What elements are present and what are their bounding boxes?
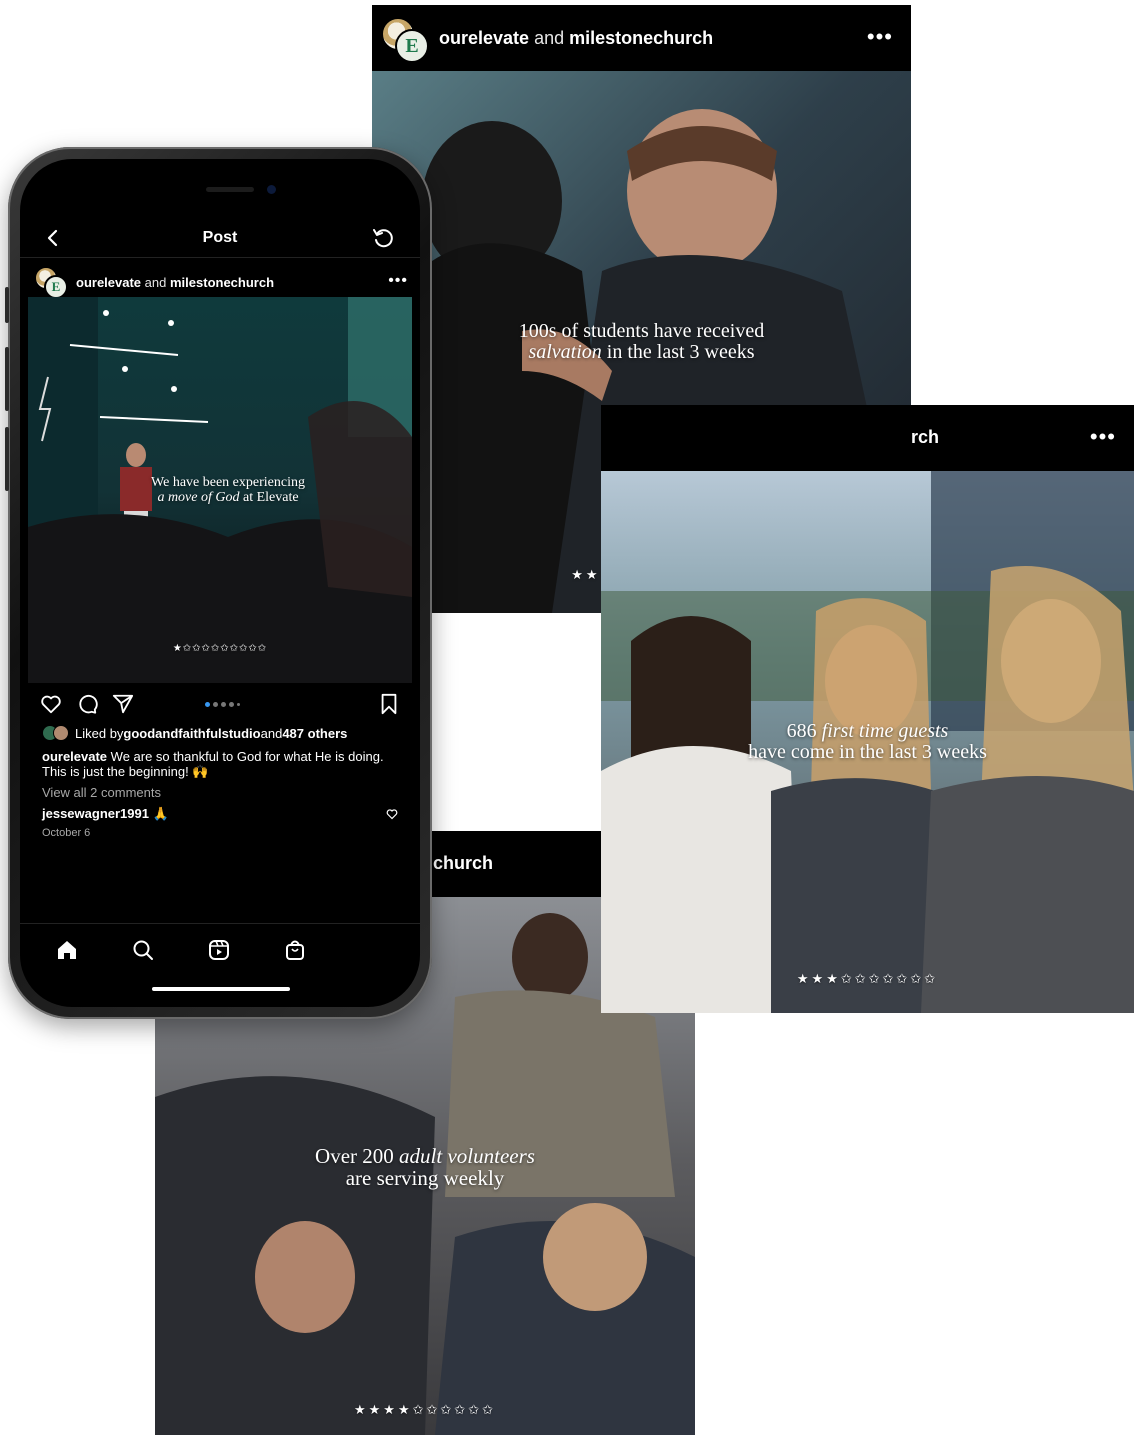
post-nav-bar: Post xyxy=(20,217,420,258)
post-actions xyxy=(20,689,420,719)
heart-icon[interactable] xyxy=(386,808,398,820)
post-photo-guests: 686 first time guests have come in the l… xyxy=(601,471,1134,1013)
post-card-header: rch ••• xyxy=(601,405,1134,471)
search-icon[interactable] xyxy=(131,938,155,962)
view-all-comments-link[interactable]: View all 2 comments xyxy=(42,785,161,800)
slide-caption: 100s of students have received salvation… xyxy=(518,320,765,363)
post-card-guests: rch ••• 686 first time guests have come … xyxy=(601,405,1134,1013)
reels-icon[interactable] xyxy=(207,938,231,962)
slide-caption: We have been experiencing a move of God … xyxy=(151,475,305,505)
bookmark-icon[interactable] xyxy=(378,693,400,715)
collab-avatars[interactable]: E xyxy=(381,15,429,63)
post-card-header: E ourelevate and milestonechurch ••• xyxy=(372,5,911,71)
home-icon[interactable] xyxy=(55,938,79,962)
heart-icon[interactable] xyxy=(40,693,62,715)
phone-side-button xyxy=(5,287,9,323)
refresh-icon[interactable] xyxy=(372,227,394,249)
paper-plane-icon[interactable] xyxy=(112,693,134,715)
post-date: October 6 xyxy=(42,827,91,839)
collab-avatars[interactable]: E xyxy=(34,265,68,299)
post-author[interactable]: ourelevate and milestonechurch xyxy=(76,275,274,290)
post-photo-stage[interactable]: We have been experiencing a move of God … xyxy=(28,297,412,683)
phone-screen: Post E ourelevate and milestonechurch ••… xyxy=(20,159,420,1007)
slide-progress-stars: ★★★★✩✩✩✩✩✩ xyxy=(354,1402,496,1417)
slide-progress-stars: ★★★✩✩✩✩✩✩✩ xyxy=(796,971,939,986)
avatar-milestonechurch: E xyxy=(44,275,68,299)
post-card-title[interactable]: ourelevate and milestonechurch xyxy=(439,28,713,49)
more-icon[interactable]: ••• xyxy=(867,26,893,48)
likes-summary[interactable]: Liked by goodandfaithfulstudio and 487 o… xyxy=(42,725,347,741)
more-icon[interactable]: ••• xyxy=(1090,426,1116,448)
comment-row: jessewagner1991 🙏 xyxy=(42,806,169,821)
more-icon[interactable]: ••• xyxy=(388,271,408,291)
slide-caption: 686 first time guests have come in the l… xyxy=(748,720,987,763)
avatar-milestonechurch: E xyxy=(395,29,429,63)
bottom-tab-bar xyxy=(20,923,420,964)
slide-progress-stars: ★✩✩✩✩✩✩✩✩✩ xyxy=(172,643,268,654)
post-card-title[interactable]: rch xyxy=(911,427,939,448)
comment-icon[interactable] xyxy=(76,693,98,715)
carousel-indicator xyxy=(205,702,240,707)
page-title: Post xyxy=(202,229,238,246)
shop-icon[interactable] xyxy=(283,938,307,962)
phone-side-button xyxy=(5,347,9,411)
post-card-title[interactable]: church xyxy=(433,853,493,874)
home-indicator[interactable] xyxy=(152,987,290,991)
liker-avatar xyxy=(53,725,69,741)
phone-mockup: Post E ourelevate and milestonechurch ••… xyxy=(5,147,432,1019)
post-caption: ourelevate We are so thankful to God for… xyxy=(42,749,384,779)
slide-caption: Over 200 adult volunteers are serving we… xyxy=(315,1144,535,1190)
phone-side-button xyxy=(5,427,9,491)
phone-speaker xyxy=(206,187,254,192)
phone-camera xyxy=(267,185,276,194)
